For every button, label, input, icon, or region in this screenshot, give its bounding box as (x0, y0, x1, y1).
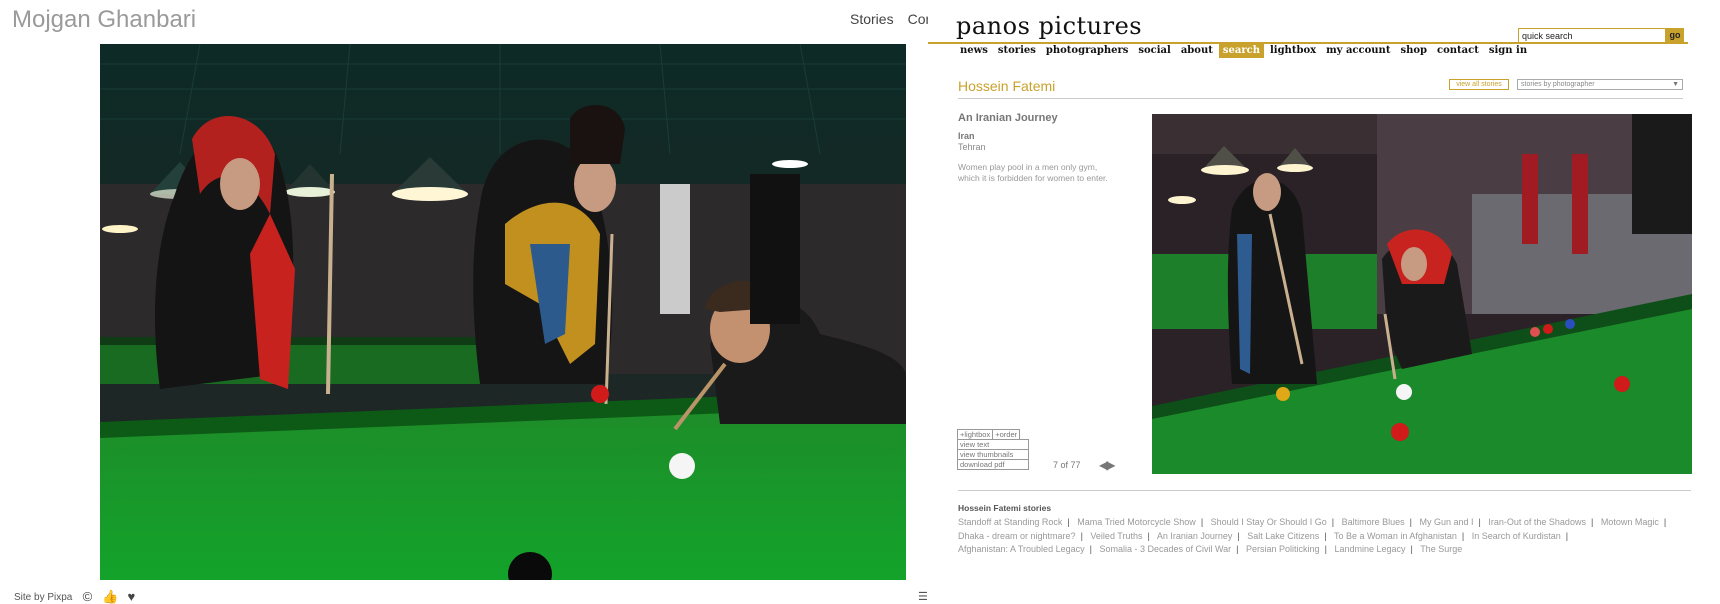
panos-pictures-panel: panos pictures go news stories photograp… (928, 0, 1720, 604)
nav-contact[interactable]: contact (1433, 43, 1483, 58)
story-country: Iran (958, 131, 975, 141)
site-nav: Stories Con (850, 11, 928, 27)
story-link[interactable]: Somalia - 3 Decades of Civil War (1099, 544, 1231, 554)
copyright-icon[interactable]: © (80, 590, 94, 604)
nav-search[interactable]: search (1218, 43, 1264, 58)
divider (958, 98, 1683, 99)
pixpa-credit[interactable]: Site by Pixpa (14, 592, 72, 603)
story-link[interactable]: Motown Magic (1601, 517, 1659, 527)
pager-arrows: ◀▶ (1099, 458, 1116, 472)
nav-stories[interactable]: Stories (850, 11, 894, 27)
nav-sign-in[interactable]: sign in (1485, 43, 1531, 58)
story-link[interactable]: The Surge (1420, 544, 1462, 554)
nav-my-account[interactable]: my account (1322, 43, 1394, 58)
nav-lightbox[interactable]: lightbox (1266, 43, 1320, 58)
story-link[interactable]: Landmine Legacy (1334, 544, 1405, 554)
story-link[interactable]: In Search of Kurdistan (1472, 531, 1561, 541)
nav-shop[interactable]: shop (1396, 43, 1431, 58)
stories-heading: Hossein Fatemi stories (958, 503, 1052, 513)
story-link[interactable]: Veiled Truths (1090, 531, 1142, 541)
photo-tools: +lightbox +order view text view thumbnai… (957, 429, 1030, 470)
stories-list: Standoff at Standing Rock | Mama Tried Mo… (958, 517, 1667, 554)
story-city: Tehran (958, 142, 986, 152)
nav-news[interactable]: news (956, 43, 992, 58)
main-photo (100, 44, 906, 580)
select-label: stories by photographer (1521, 81, 1595, 88)
menu-icon[interactable]: ☰ (918, 590, 928, 603)
story-link[interactable]: My Gun and I (1420, 517, 1474, 527)
nav-social[interactable]: social (1134, 43, 1174, 58)
story-link[interactable]: Mama Tried Motorcycle Show (1077, 517, 1196, 527)
story-link[interactable]: An Iranian Journey (1157, 531, 1233, 541)
story-link[interactable]: Standoff at Standing Rock (958, 517, 1062, 527)
nav-about[interactable]: about (1177, 43, 1217, 58)
site-logo[interactable]: panos pictures (956, 12, 1142, 40)
next-arrow-icon[interactable]: ▶ (1106, 458, 1115, 472)
heart-icon[interactable]: ♥ (124, 590, 138, 604)
search-go-button[interactable]: go (1666, 28, 1684, 43)
story-link[interactable]: Salt Lake Citizens (1247, 531, 1319, 541)
site-footer: Site by Pixpa © 👍 ♥ (14, 590, 138, 604)
thumbs-up-icon[interactable]: 👍 (102, 590, 118, 604)
divider (958, 490, 1691, 491)
photographer-name: Hossein Fatemi (958, 78, 1056, 94)
story-photo[interactable] (1152, 114, 1692, 474)
story-title: An Iranian Journey (958, 112, 1058, 124)
story-link[interactable]: Persian Politicking (1246, 544, 1320, 554)
nav-contact[interactable]: Con (908, 11, 928, 27)
nav-stories[interactable]: stories (994, 43, 1040, 58)
view-all-stories-button[interactable]: view all stories (1449, 79, 1509, 90)
story-link[interactable]: Iran-Out of the Shadows (1488, 517, 1586, 527)
quick-search-input[interactable] (1518, 28, 1666, 43)
download-pdf-button[interactable]: download pdf (957, 459, 1029, 470)
image-counter: 7 of 77 (1053, 460, 1081, 470)
chevron-down-icon: ▼ (1672, 81, 1679, 88)
story-caption: Women play pool in a men only gym, which… (958, 162, 1108, 183)
nav-photographers[interactable]: photographers (1042, 43, 1133, 58)
story-link[interactable]: Baltimore Blues (1342, 517, 1405, 527)
main-nav: news stories photographers social about … (956, 43, 1533, 58)
story-link[interactable]: Afghanistan: A Troubled Legacy (958, 544, 1085, 554)
story-link[interactable]: Should I Stay Or Should I Go (1211, 517, 1327, 527)
story-link[interactable]: To Be a Woman in Afghanistan (1334, 531, 1457, 541)
stories-by-photographer-select[interactable]: stories by photographer ▼ (1517, 79, 1683, 90)
left-site-panel: Mojgan Ghanbari Stories Con (0, 0, 928, 604)
story-link[interactable]: Dhaka - dream or nightmare? (958, 531, 1076, 541)
site-title[interactable]: Mojgan Ghanbari (12, 6, 196, 34)
